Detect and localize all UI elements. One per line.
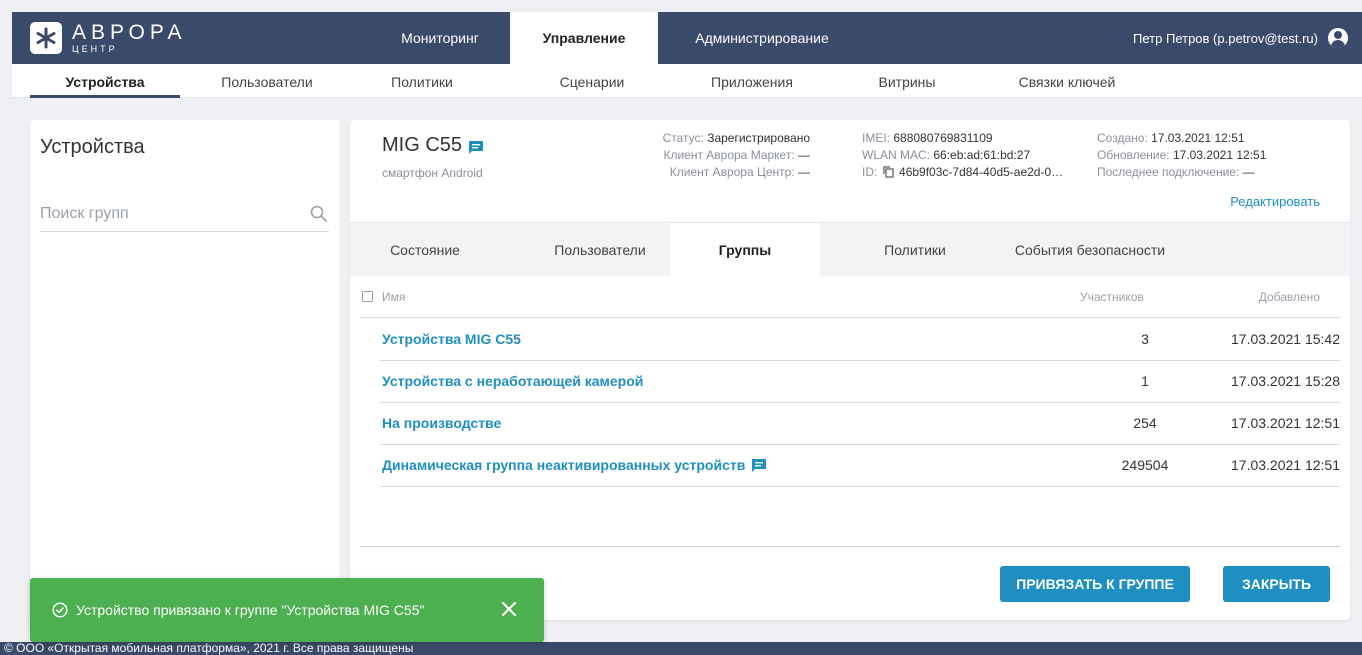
center-client-value: —	[798, 165, 810, 179]
tab-policies[interactable]: Политики	[830, 223, 1000, 277]
logo-title: АВРОРА	[72, 21, 187, 44]
subtab-keychains[interactable]: Связки ключей	[997, 64, 1137, 98]
divider	[360, 546, 1340, 547]
subtab-policies[interactable]: Политики	[357, 64, 487, 98]
created-value: 17.03.2021 12:51	[1151, 131, 1245, 145]
imei-label: IMEI:	[862, 131, 891, 145]
edit-link[interactable]: Редактировать	[1230, 194, 1320, 209]
last-connection-label: Последнее подключение:	[1097, 165, 1240, 179]
check-circle-icon	[52, 602, 68, 618]
tab-management[interactable]: Управление	[510, 12, 658, 64]
copy-icon[interactable]	[883, 166, 894, 178]
tab-administration[interactable]: Администрирование	[672, 12, 852, 64]
device-type: смартфон Android	[382, 166, 483, 180]
group-name-text: Динамическая группа неактивированных уст…	[382, 457, 746, 473]
subtab-users[interactable]: Пользователи	[192, 64, 342, 98]
table-row[interactable]: Устройства с неработающей камерой 1 17.0…	[380, 361, 1340, 403]
group-name-link[interactable]: Динамическая группа неактивированных уст…	[382, 457, 767, 473]
close-button[interactable]: ЗАКРЫТЬ	[1223, 566, 1330, 602]
id-value: 46b9f03c-7d84-40d5-ae2d-0…	[899, 165, 1064, 179]
group-added-date: 17.03.2021 12:51	[1231, 457, 1340, 473]
mac-value: 66:eb:ad:61:bd:27	[933, 148, 1031, 162]
market-client-value: —	[798, 148, 810, 162]
sub-navigation: Устройства Пользователи Политики Сценари…	[12, 64, 1362, 98]
search-icon[interactable]	[309, 204, 329, 224]
subtab-scenarios[interactable]: Сценарии	[527, 64, 657, 98]
last-connection-value: —	[1242, 165, 1255, 179]
device-title: MIG C55	[382, 134, 484, 157]
group-added-date: 17.03.2021 15:28	[1231, 373, 1340, 389]
user-menu[interactable]: Петр Петров (p.petrov@test.ru)	[1133, 12, 1348, 64]
tab-users[interactable]: Пользователи	[510, 223, 690, 277]
table-row[interactable]: На производстве 254 17.03.2021 12:51	[380, 403, 1340, 445]
footer: © ООО «Открытая мобильная платформа», 20…	[0, 642, 1362, 655]
column-members[interactable]: Участников	[1080, 290, 1144, 304]
group-members: 1	[1141, 373, 1149, 389]
subtab-devices[interactable]: Устройства	[30, 64, 180, 98]
updated-label: Обновление:	[1097, 148, 1170, 162]
column-name[interactable]: Имя	[382, 290, 405, 304]
bind-to-group-button[interactable]: ПРИВЯЗАТЬ К ГРУППЕ	[1000, 566, 1190, 602]
device-details-panel: MIG C55 смартфон Android Статус: Зарегис…	[350, 120, 1350, 620]
group-added-date: 17.03.2021 15:42	[1231, 331, 1340, 347]
select-all-checkbox[interactable]	[362, 291, 373, 302]
device-dates-block: Создано: 17.03.2021 12:51 Обновление: 17…	[1097, 130, 1266, 181]
search-input[interactable]	[40, 200, 290, 228]
close-icon[interactable]	[498, 598, 520, 620]
group-name-link[interactable]: Устройства MIG C55	[382, 331, 521, 347]
group-name-link[interactable]: На производстве	[382, 415, 501, 431]
status-label: Статус:	[662, 131, 704, 145]
imei-value: 688080769831109	[893, 131, 993, 145]
table-row[interactable]: Динамическая группа неактивированных уст…	[380, 445, 1340, 487]
group-search	[40, 200, 329, 232]
id-label: ID:	[862, 165, 878, 179]
center-client-label: Клиент Аврора Центр:	[669, 165, 795, 179]
device-ids-block: IMEI: 688080769831109 WLAN MAC: 66:eb:ad…	[862, 130, 1063, 181]
group-members: 254	[1133, 415, 1157, 431]
tab-state[interactable]: Состояние	[350, 223, 500, 277]
account-icon	[1328, 28, 1348, 48]
comment-icon[interactable]	[751, 458, 767, 473]
tab-monitoring[interactable]: Мониторинг	[372, 12, 508, 64]
created-label: Создано:	[1097, 131, 1148, 145]
detail-tabs: Состояние Пользователи Группы Политики С…	[350, 222, 1350, 277]
aurora-logo-icon	[30, 22, 62, 54]
comment-icon[interactable]	[468, 138, 484, 154]
market-client-label: Клиент Аврора Маркет:	[663, 148, 795, 162]
table-row[interactable]: Устройства MIG C55 3 17.03.2021 15:42	[380, 319, 1340, 361]
device-status-block: Статус: Зарегистрировано Клиент Аврора М…	[625, 130, 810, 181]
tab-groups[interactable]: Группы	[670, 223, 820, 277]
panel-title: Устройства	[40, 136, 145, 158]
subtab-applications[interactable]: Приложения	[677, 64, 827, 98]
group-name-link[interactable]: Устройства с неработающей камерой	[382, 373, 643, 389]
groups-panel: Устройства	[30, 120, 340, 620]
device-name: MIG C55	[382, 134, 463, 156]
group-members: 3	[1141, 331, 1149, 347]
group-added-date: 17.03.2021 12:51	[1231, 415, 1340, 431]
success-toast: Устройство привязано к группе "Устройств…	[30, 578, 544, 642]
logo-text: АВРОРА ЦЕНТР	[72, 21, 187, 55]
tab-security-events[interactable]: События безопасности	[990, 223, 1190, 277]
updated-value: 17.03.2021 12:51	[1172, 148, 1267, 162]
logo-subtitle: ЦЕНТР	[72, 44, 118, 54]
group-members: 249504	[1121, 457, 1169, 473]
logo[interactable]: АВРОРА ЦЕНТР	[30, 20, 187, 56]
subtab-showcases[interactable]: Витрины	[847, 64, 967, 98]
toast-message: Устройство привязано к группе "Устройств…	[76, 602, 425, 618]
top-bar: АВРОРА ЦЕНТР Мониторинг Управление Админ…	[12, 12, 1362, 64]
table-header: Имя Участников Добавлено	[360, 288, 1340, 318]
mac-label: WLAN MAC:	[862, 148, 931, 162]
status-value: Зарегистрировано	[707, 131, 810, 145]
column-added[interactable]: Добавлено	[1259, 290, 1320, 304]
user-name: Петр Петров (p.petrov@test.ru)	[1133, 30, 1318, 46]
